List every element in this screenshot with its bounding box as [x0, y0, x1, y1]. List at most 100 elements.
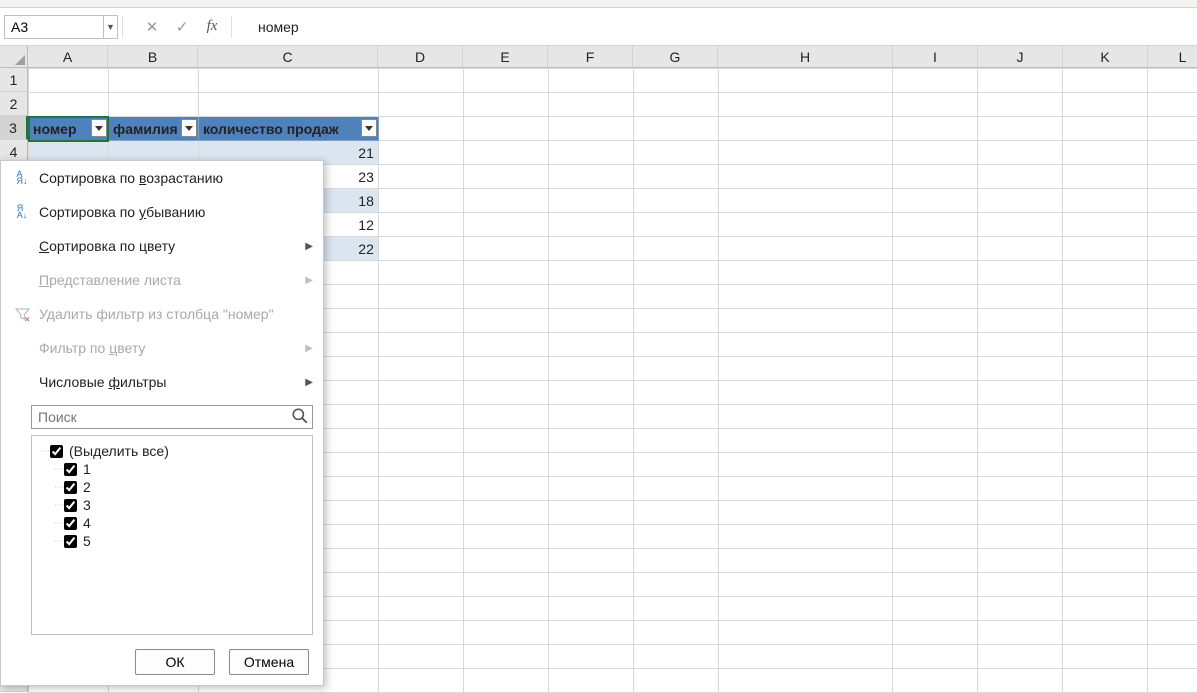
cell[interactable] [463, 357, 548, 381]
cell[interactable] [893, 501, 978, 525]
sort-by-color[interactable]: Сортировка по цвету ▶ [1, 229, 323, 263]
cell[interactable] [378, 357, 463, 381]
cell[interactable] [1148, 381, 1197, 405]
cell[interactable] [893, 333, 978, 357]
cell[interactable] [978, 141, 1063, 165]
cell[interactable] [718, 237, 893, 261]
cell[interactable] [108, 69, 198, 93]
cell[interactable] [1063, 381, 1148, 405]
column-header[interactable]: I [893, 46, 978, 68]
cell[interactable] [1148, 309, 1197, 333]
cell[interactable] [718, 501, 893, 525]
cell[interactable] [893, 477, 978, 501]
select-all-item[interactable]: ⋯ (Выделить все) [40, 442, 304, 460]
cell[interactable] [893, 453, 978, 477]
cell[interactable] [718, 453, 893, 477]
cell[interactable] [1063, 237, 1148, 261]
column-header[interactable]: A [28, 46, 108, 68]
cell[interactable] [463, 117, 548, 141]
cell[interactable] [893, 189, 978, 213]
cell[interactable] [1148, 333, 1197, 357]
cell[interactable] [893, 285, 978, 309]
column-header[interactable]: K [1063, 46, 1148, 68]
cell[interactable] [893, 597, 978, 621]
cell[interactable] [633, 501, 718, 525]
cell[interactable] [1148, 93, 1197, 117]
cell[interactable] [633, 69, 718, 93]
cell[interactable] [893, 573, 978, 597]
row-header[interactable]: 1 [0, 68, 28, 92]
cell[interactable] [378, 597, 463, 621]
cell[interactable] [893, 213, 978, 237]
cell[interactable] [1148, 525, 1197, 549]
cell[interactable] [633, 165, 718, 189]
cell[interactable] [718, 69, 893, 93]
cell[interactable] [718, 333, 893, 357]
cell[interactable] [463, 261, 548, 285]
cell[interactable] [718, 669, 893, 693]
cell[interactable] [893, 381, 978, 405]
column-header[interactable]: B [108, 46, 198, 68]
cell[interactable] [378, 573, 463, 597]
cell[interactable] [548, 405, 633, 429]
cell[interactable] [548, 429, 633, 453]
cell[interactable] [378, 69, 463, 93]
cell[interactable] [463, 189, 548, 213]
name-box[interactable] [4, 15, 104, 39]
cell[interactable] [633, 285, 718, 309]
row-header[interactable]: 3 [0, 116, 28, 140]
cell[interactable] [1063, 501, 1148, 525]
cell[interactable] [633, 669, 718, 693]
cell[interactable] [463, 621, 548, 645]
cancel-formula-icon[interactable]: ✕ [137, 18, 167, 36]
cell[interactable] [463, 429, 548, 453]
cell[interactable] [893, 141, 978, 165]
filter-dropdown-button[interactable] [181, 119, 197, 137]
cell[interactable] [978, 93, 1063, 117]
cell[interactable] [1148, 117, 1197, 141]
cell[interactable] [1148, 189, 1197, 213]
cell[interactable] [548, 69, 633, 93]
cell[interactable] [718, 141, 893, 165]
cell[interactable] [1063, 549, 1148, 573]
cell[interactable] [633, 357, 718, 381]
cell[interactable] [978, 669, 1063, 693]
cell[interactable] [378, 261, 463, 285]
cell[interactable] [548, 525, 633, 549]
cell[interactable] [378, 93, 463, 117]
cell[interactable] [633, 93, 718, 117]
cell[interactable] [548, 573, 633, 597]
cell[interactable] [548, 549, 633, 573]
filter-value-checkbox[interactable] [64, 499, 77, 512]
cell[interactable] [633, 141, 718, 165]
cell[interactable] [1148, 429, 1197, 453]
cell[interactable] [978, 261, 1063, 285]
cell[interactable] [718, 189, 893, 213]
column-header[interactable]: G [633, 46, 718, 68]
cell[interactable] [1148, 165, 1197, 189]
cell[interactable] [718, 165, 893, 189]
ok-button[interactable]: ОК [135, 649, 215, 675]
select-all-corner[interactable] [0, 46, 28, 68]
cell[interactable] [718, 381, 893, 405]
cell[interactable] [1063, 261, 1148, 285]
cell[interactable] [718, 405, 893, 429]
column-header[interactable]: F [548, 46, 633, 68]
cell[interactable] [463, 309, 548, 333]
cell[interactable] [633, 573, 718, 597]
cell[interactable] [633, 525, 718, 549]
cell[interactable] [378, 213, 463, 237]
cell[interactable] [978, 213, 1063, 237]
cell[interactable] [548, 453, 633, 477]
cell[interactable] [29, 69, 109, 93]
cell[interactable] [463, 381, 548, 405]
cell[interactable] [978, 381, 1063, 405]
cell[interactable] [978, 333, 1063, 357]
cell[interactable] [378, 141, 463, 165]
formula-value[interactable]: номер [246, 19, 299, 35]
cell[interactable] [548, 189, 633, 213]
cell[interactable] [378, 237, 463, 261]
cell[interactable] [893, 309, 978, 333]
cell[interactable] [633, 645, 718, 669]
cell[interactable] [718, 477, 893, 501]
